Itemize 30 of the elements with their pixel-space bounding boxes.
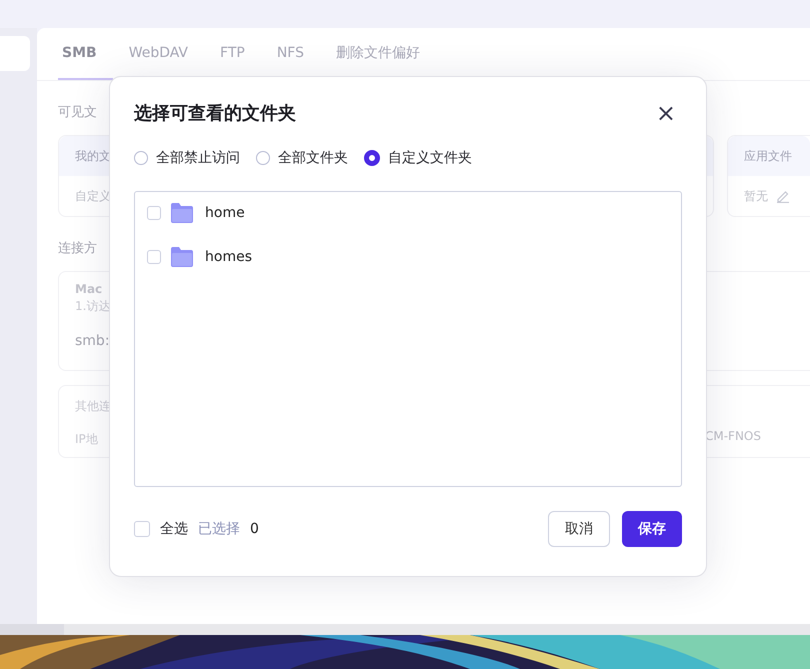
radio-label[interactable]: 全部文件夹 (278, 149, 348, 167)
section-title: 连接方 (58, 240, 97, 257)
selected-label: 已选择 (198, 520, 240, 538)
card-value: 暂无 (744, 188, 768, 204)
radio-button[interactable] (364, 150, 380, 166)
checkbox[interactable] (134, 521, 150, 537)
radio-label[interactable]: 全部禁止访问 (156, 149, 240, 167)
select-all-label[interactable]: 全选 (160, 520, 188, 538)
radio-button[interactable] (134, 151, 148, 165)
checkbox[interactable] (147, 206, 161, 220)
dialog-title: 选择可查看的文件夹 (134, 102, 296, 125)
card-value: 自定义 (75, 188, 111, 204)
card-title: 我的文 (75, 148, 111, 164)
folder-name[interactable]: home (205, 205, 245, 221)
checkbox[interactable] (147, 250, 161, 264)
cancel-button[interactable]: 取消 (548, 511, 610, 547)
folder-name[interactable]: homes (205, 249, 252, 265)
card-title: 应用文件 (744, 148, 792, 164)
host-text: CM-FNOS (704, 429, 761, 445)
radio-label[interactable]: 自定义文件夹 (388, 149, 472, 167)
radio-button[interactable] (256, 151, 270, 165)
save-button[interactable]: 保存 (622, 511, 682, 547)
folder-icon (171, 203, 193, 223)
folder-icon (171, 247, 193, 267)
selected-count: 0 (250, 521, 259, 537)
edit-icon[interactable] (776, 189, 790, 203)
address-text: smb: (75, 333, 111, 349)
section-title: 可见文 (58, 104, 97, 121)
card-title: Mac (75, 282, 104, 296)
close-button[interactable]: × (650, 101, 682, 125)
